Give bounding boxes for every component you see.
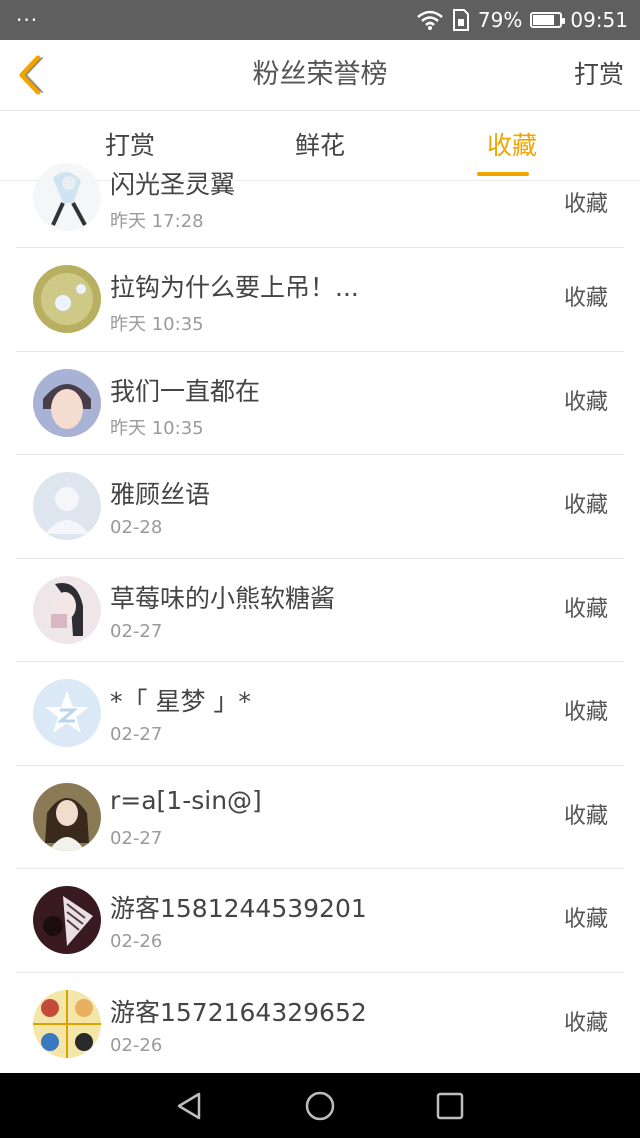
sim-card-icon: [452, 9, 469, 31]
list-item[interactable]: 雅顾丝语 02-28 收藏: [16, 455, 624, 559]
list-item[interactable]: *「 星梦 」* 02-27 收藏: [16, 662, 624, 766]
home-circle-icon[interactable]: [304, 1090, 336, 1122]
action-label: 收藏: [563, 907, 608, 932]
clock: 09:51: [570, 8, 628, 32]
action-label: 收藏: [563, 192, 608, 217]
avatar[interactable]: [33, 989, 101, 1058]
user-name: 游客1581244539201: [110, 894, 367, 923]
avatar[interactable]: [33, 163, 101, 231]
user-name: 雅顾丝语: [110, 480, 211, 509]
action-label: 收藏: [563, 1010, 608, 1036]
timestamp: 昨天 10:35: [110, 417, 204, 439]
action-label: 收藏: [563, 596, 608, 622]
timestamp: 02-26: [110, 1034, 163, 1056]
avatar[interactable]: [33, 782, 101, 851]
user-name: 我们一直都在: [110, 376, 261, 406]
tab-label: 收藏: [486, 131, 537, 160]
avatar[interactable]: [33, 886, 101, 954]
action-label: 收藏: [563, 803, 608, 829]
fan-list[interactable]: 闪光圣灵翼 昨天 17:28 收藏 拉钩为什么要上吊！... 昨天 10:35 …: [16, 163, 624, 1073]
timestamp: 02-27: [110, 724, 163, 745]
list-item[interactable]: 游客1572164329652 02-26 收藏: [16, 973, 624, 1074]
back-triangle-icon[interactable]: [173, 1090, 205, 1122]
status-right: 79% 09:51: [416, 0, 628, 40]
action-label: 收藏: [563, 493, 608, 518]
avatar[interactable]: [33, 265, 101, 333]
user-name: 拉钩为什么要上吊！...: [110, 273, 359, 302]
tab-label: 打赏: [104, 131, 155, 160]
user-name: 游客1572164329652: [110, 997, 367, 1027]
list-item[interactable]: 游客1581244539201 02-26 收藏: [16, 869, 624, 973]
timestamp: 02-27: [110, 620, 163, 642]
notification-dots: ···: [16, 8, 39, 32]
list-item[interactable]: r=a[1-sin@] 02-27 收藏: [16, 766, 624, 869]
list-item[interactable]: 我们一直都在 昨天 10:35 收藏: [16, 352, 624, 455]
timestamp: 02-28: [110, 517, 163, 538]
page-title: 粉丝荣誉榜: [252, 59, 388, 90]
avatar[interactable]: [33, 472, 101, 540]
status-bar: ··· 79% 09:51: [0, 0, 640, 40]
list-item[interactable]: 闪光圣灵翼 昨天 17:28 收藏: [16, 163, 624, 248]
list-item[interactable]: 拉钩为什么要上吊！... 昨天 10:35 收藏: [16, 248, 624, 352]
avatar[interactable]: [33, 368, 101, 437]
timestamp: 02-26: [110, 931, 163, 952]
user-name: *「 星梦 」*: [110, 687, 251, 716]
wifi-icon: [417, 10, 443, 30]
timestamp: 昨天 17:28: [110, 211, 204, 232]
recent-square-icon[interactable]: [434, 1090, 466, 1122]
user-name: 草莓味的小熊软糖酱: [110, 583, 336, 613]
avatar[interactable]: [33, 575, 101, 644]
action-label: 收藏: [563, 700, 608, 725]
reward-button[interactable]: 打赏: [574, 40, 624, 110]
list-item[interactable]: 草莓味的小熊软糖酱 02-27 收藏: [16, 559, 624, 662]
timestamp: 02-27: [110, 827, 163, 849]
app-header: 粉丝荣誉榜 打赏: [0, 40, 640, 111]
system-nav-bar: [0, 1073, 640, 1138]
timestamp: 昨天 10:35: [110, 314, 204, 335]
avatar[interactable]: [33, 679, 101, 747]
battery-percent: 79%: [477, 8, 523, 32]
battery-fill: [533, 15, 555, 25]
action-label: 收藏: [563, 286, 608, 311]
user-name: r=a[1-sin@]: [110, 785, 262, 815]
action-label: 收藏: [563, 389, 608, 415]
user-name: 闪光圣灵翼: [110, 170, 236, 199]
tab-label: 鲜花: [294, 131, 345, 160]
battery-icon: [530, 12, 566, 28]
